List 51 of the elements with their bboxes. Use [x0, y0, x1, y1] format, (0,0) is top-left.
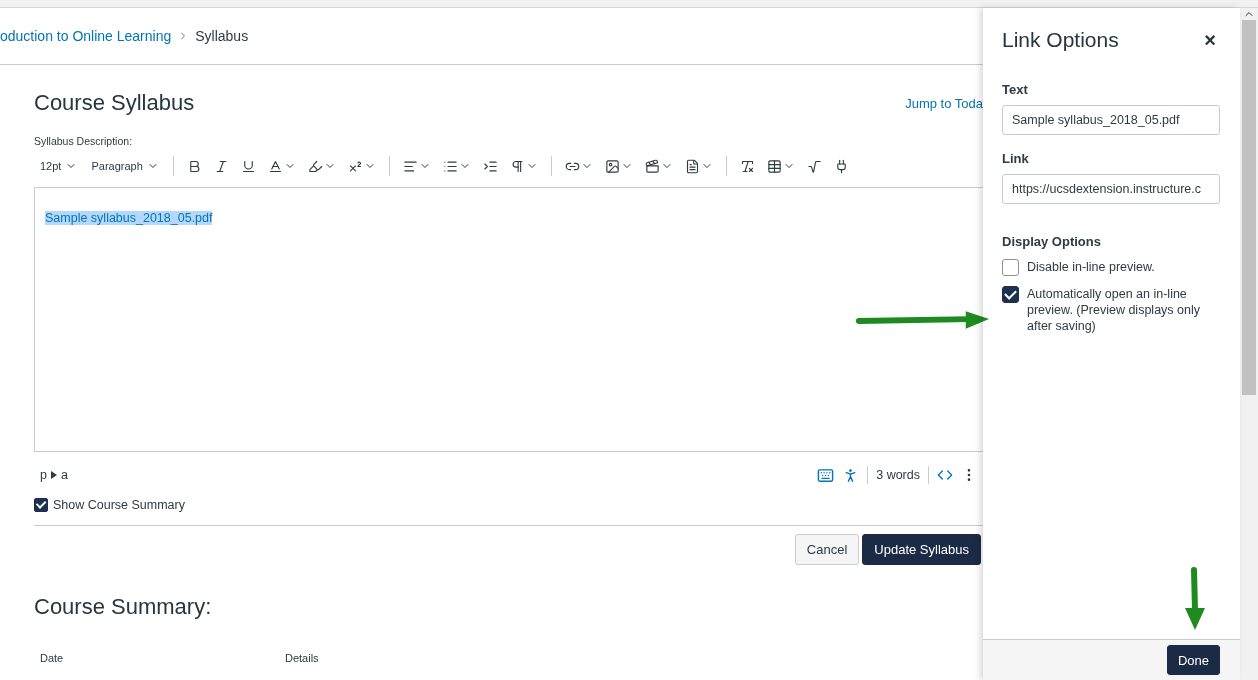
code-icon[interactable]	[937, 467, 953, 483]
element-path[interactable]: a	[60, 468, 68, 482]
clear-format-icon[interactable]	[739, 158, 755, 174]
done-button[interactable]: Done	[1166, 645, 1220, 675]
field-label: Syllabus Description:	[34, 135, 134, 147]
list-icon[interactable]	[442, 158, 458, 174]
field-label: Text	[1002, 82, 1029, 97]
arrow-icon	[50, 471, 57, 479]
option-label: Automatically open an in-line preview. (Preview displays only after saving)	[1027, 286, 1201, 334]
option-label: Disable in-line preview.	[1027, 259, 1155, 275]
column-header: Date	[40, 652, 65, 664]
image-icon[interactable]	[604, 158, 620, 174]
media-icon[interactable]	[644, 158, 660, 174]
link-field[interactable]: https://ucsdextension.instructure.c	[1002, 174, 1220, 204]
breadcrumb-current: Syllabus	[195, 28, 249, 44]
text-color-icon[interactable]	[267, 158, 283, 174]
section-label: Display Options	[1002, 234, 1102, 249]
italic-icon[interactable]	[213, 158, 229, 174]
underline-icon[interactable]	[240, 158, 256, 174]
superscript-icon[interactable]	[347, 158, 363, 174]
close-button[interactable]: ×	[1200, 28, 1220, 52]
equation-icon[interactable]	[806, 158, 822, 174]
pilcrow-icon[interactable]	[509, 158, 525, 174]
word-count: 3 words	[876, 468, 920, 482]
document-icon[interactable]	[684, 158, 700, 174]
file-link[interactable]: Sample syllabus_2018_05.pdf	[45, 211, 213, 225]
field-label: Link	[1002, 151, 1030, 166]
panel-title: Link Options	[1002, 28, 1119, 52]
element-path[interactable]: p	[40, 468, 47, 482]
font-size-dropdown[interactable]: 12pt	[34, 156, 84, 176]
jump-link[interactable]: Jump to Toda	[905, 95, 983, 111]
format-dropdown[interactable]: Paragraph	[85, 156, 165, 176]
table-icon[interactable]	[766, 158, 782, 174]
align-icon[interactable]	[402, 158, 418, 174]
section-title: Course Summary:	[34, 594, 213, 620]
checkbox-label: Show Course Summary	[53, 498, 185, 512]
editor-area[interactable]: Sample syllabus_2018_05.pdf	[34, 187, 983, 452]
page-title: Course Syllabus	[34, 90, 195, 116]
update-button[interactable]: Update Syllabus	[862, 534, 981, 565]
breadcrumb-link[interactable]: oduction to Online Learning	[0, 28, 172, 44]
keyboard-icon[interactable]	[817, 466, 835, 484]
scrollbar-thumb[interactable]	[1242, 20, 1256, 395]
checkbox[interactable]	[1002, 286, 1019, 303]
column-header: Details	[285, 652, 320, 664]
checkbox[interactable]	[34, 498, 48, 512]
highlighter-icon[interactable]	[307, 158, 323, 174]
annotation-arrow	[1183, 566, 1207, 632]
cancel-button[interactable]: Cancel	[794, 534, 860, 565]
text-field[interactable]: Sample syllabus_2018_05.pdf	[1002, 105, 1220, 135]
indent-icon[interactable]	[482, 158, 498, 174]
checkbox[interactable]	[1002, 259, 1019, 276]
